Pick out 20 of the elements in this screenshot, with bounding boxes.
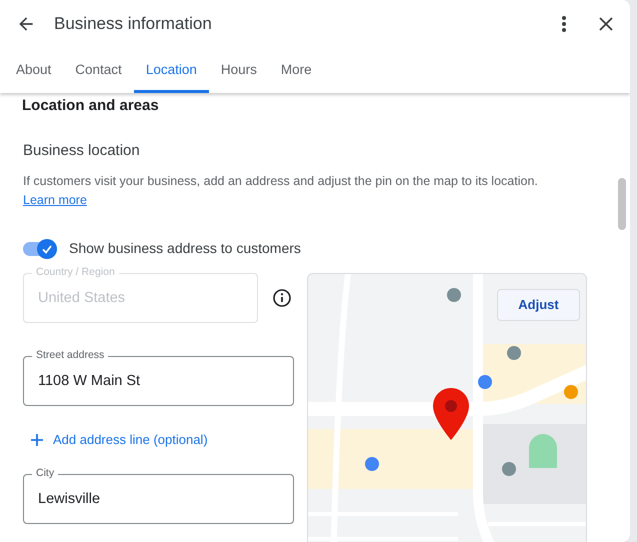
- tab[interactable]: About: [4, 48, 64, 93]
- toggle-switch[interactable]: [23, 238, 57, 258]
- subsection-title: Business location: [23, 140, 141, 160]
- vertical-dots-icon: [561, 15, 567, 33]
- check-icon: [41, 242, 53, 254]
- description-text: If customers visit your business, add an address and adjust the pin on the map to its location.: [23, 174, 538, 188]
- learn-more-link[interactable]: Learn more: [23, 193, 87, 207]
- toggle-label: Show business address to customers: [69, 239, 301, 258]
- add-address-line-button[interactable]: Add address line (optional): [23, 424, 216, 456]
- map-pin-icon[interactable]: [432, 387, 470, 441]
- tab[interactable]: Hours: [208, 48, 269, 93]
- scrollbar-thumb[interactable]: [618, 178, 626, 230]
- section-heading: Location and areas: [21, 96, 160, 116]
- dialog-title: Business information: [54, 13, 212, 36]
- adjust-button[interactable]: Adjust: [497, 289, 580, 321]
- plus-icon: [31, 434, 43, 446]
- tab[interactable]: More: [268, 48, 324, 93]
- close-icon: [598, 16, 614, 32]
- tab[interactable]: Location: [134, 48, 209, 93]
- tab[interactable]: Contact: [63, 48, 134, 93]
